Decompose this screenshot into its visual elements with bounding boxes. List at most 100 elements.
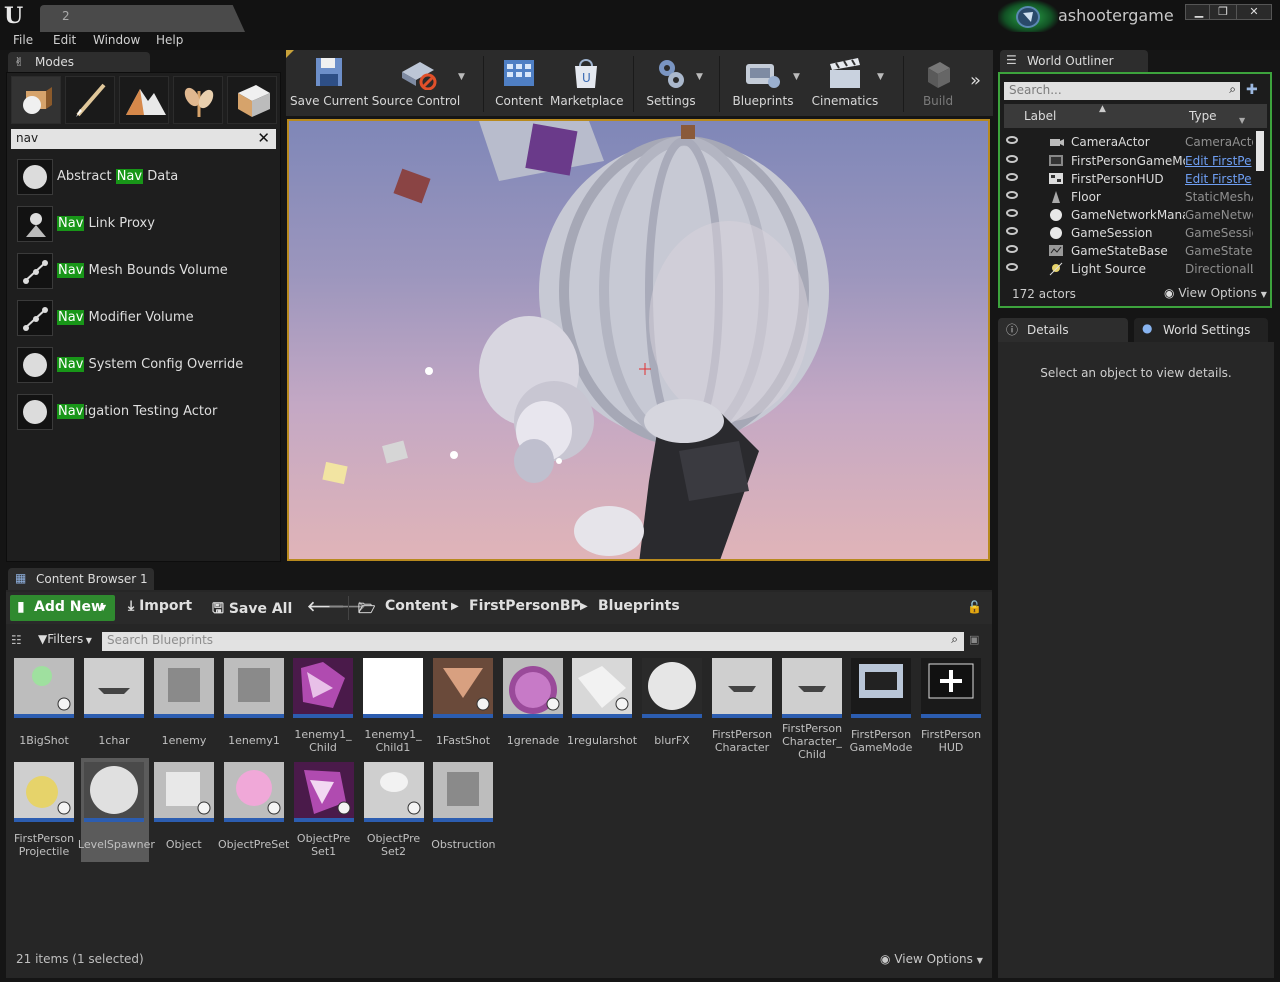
column-type-dropdown-icon[interactable]: ▼ bbox=[1239, 116, 1245, 125]
settings-dropdown-icon[interactable]: ▼ bbox=[696, 72, 703, 82]
asset-tile[interactable]: 1enemy1_ Child1 bbox=[363, 658, 425, 758]
cinematics-button[interactable]: Cinematics bbox=[810, 54, 880, 114]
tab-world-outliner[interactable]: ☰ World Outliner bbox=[1000, 50, 1148, 72]
add-new-button[interactable]: ▮ Add New ▼ bbox=[10, 595, 115, 621]
asset-tile[interactable]: ObjectPreSet bbox=[218, 762, 289, 862]
column-label[interactable]: Label bbox=[1024, 109, 1056, 123]
asset-tile[interactable]: Object bbox=[153, 762, 216, 862]
tab-modes[interactable]: ✌ Modes bbox=[8, 52, 150, 72]
foliage-mode-button[interactable] bbox=[173, 76, 223, 124]
asset-tile[interactable]: 1regularshot bbox=[567, 658, 637, 758]
place-item-nav-mesh-bounds-volume[interactable]: Nav Mesh Bounds Volume bbox=[14, 251, 276, 293]
sources-panel-toggle-icon[interactable]: ☷ bbox=[11, 633, 22, 647]
menu-window[interactable]: Window bbox=[93, 33, 140, 47]
outliner-row[interactable]: FirstPersonGameMode Edit FirstPe bbox=[1004, 152, 1252, 170]
level-document-tab[interactable] bbox=[40, 5, 245, 32]
settings-button[interactable]: Settings bbox=[642, 54, 700, 114]
filters-button[interactable]: ▼Filters ▼ bbox=[38, 632, 92, 646]
clear-search-icon[interactable]: ✕ bbox=[257, 129, 270, 147]
place-item-nav-system-config-override[interactable]: Nav System Config Override bbox=[14, 345, 276, 387]
breadcrumb-separator-icon[interactable]: ▶ bbox=[451, 601, 459, 612]
blueprints-dropdown-icon[interactable]: ▼ bbox=[793, 72, 800, 82]
breadcrumb-content[interactable]: Content bbox=[385, 598, 448, 614]
visibility-eye-icon[interactable] bbox=[1006, 227, 1018, 235]
asset-tile[interactable]: FirstPerson Character bbox=[712, 658, 774, 758]
save-all-button[interactable]: 🖫 Save All bbox=[212, 598, 292, 622]
visibility-eye-icon[interactable] bbox=[1006, 136, 1018, 144]
geometry-mode-button[interactable] bbox=[227, 76, 277, 124]
tab-content-browser[interactable]: ▦ Content Browser 1 bbox=[8, 568, 154, 590]
asset-tile[interactable]: 1grenade bbox=[503, 658, 565, 758]
asset-tile[interactable]: 1char bbox=[84, 658, 146, 758]
asset-tile[interactable]: blurFX bbox=[642, 658, 704, 758]
place-item-nav-link-proxy[interactable]: Nav Link Proxy bbox=[14, 204, 276, 246]
outliner-row[interactable]: FirstPersonHUD Edit FirstPe bbox=[1004, 170, 1252, 188]
visibility-eye-icon[interactable] bbox=[1006, 245, 1018, 253]
asset-tile[interactable]: FirstPerson Character_ Child bbox=[782, 658, 844, 761]
menu-edit[interactable]: Edit bbox=[53, 33, 76, 47]
close-window-button[interactable]: ✕ bbox=[1236, 4, 1272, 20]
unreal-logo-icon[interactable]: U bbox=[4, 3, 32, 29]
edit-blueprint-link[interactable]: Edit FirstPe bbox=[1185, 154, 1253, 168]
content-search-input[interactable]: Search Blueprints ⌕ bbox=[102, 632, 964, 651]
visibility-eye-icon[interactable] bbox=[1006, 155, 1018, 163]
asset-tile[interactable]: LevelSpawner bbox=[78, 758, 155, 862]
asset-tile[interactable]: 1BigShot bbox=[14, 658, 76, 758]
place-mode-button[interactable] bbox=[11, 76, 61, 124]
column-type[interactable]: Type bbox=[1189, 109, 1217, 123]
import-button[interactable]: ⤓ Import bbox=[128, 598, 192, 614]
visibility-eye-icon[interactable] bbox=[1006, 209, 1018, 217]
content-view-options-button[interactable]: ◉ View Options ▼ bbox=[880, 952, 983, 966]
source-control-button[interactable]: Source Control bbox=[370, 54, 462, 114]
add-actor-icon[interactable]: ✚ bbox=[1246, 82, 1258, 98]
outliner-row[interactable]: GameNetworkManager GameNetwo bbox=[1004, 206, 1253, 224]
lock-icon[interactable]: 🔓 bbox=[967, 600, 982, 614]
asset-tile[interactable]: ObjectPre Set1 bbox=[293, 762, 356, 862]
landscape-mode-button[interactable] bbox=[119, 76, 169, 124]
outliner-row[interactable]: GameStateBase GameStateB bbox=[1004, 242, 1253, 260]
visibility-eye-icon[interactable] bbox=[1006, 263, 1018, 271]
outliner-row[interactable]: CameraActor CameraActo bbox=[1004, 133, 1253, 151]
tab-world-settings[interactable]: ● World Settings bbox=[1134, 318, 1268, 342]
asset-tile[interactable]: Obstruction bbox=[431, 762, 496, 862]
outliner-search-input[interactable]: Search... ⌕ bbox=[1004, 82, 1240, 100]
asset-tile[interactable]: FirstPerson Projectile bbox=[14, 762, 76, 862]
breadcrumb-separator-icon[interactable]: ▶ bbox=[580, 601, 588, 612]
menu-help[interactable]: Help bbox=[156, 33, 183, 47]
blueprints-button[interactable]: Blueprints bbox=[728, 54, 798, 114]
toolbar-overflow-icon[interactable]: » bbox=[970, 70, 981, 91]
menu-file[interactable]: File bbox=[13, 33, 33, 47]
outliner-row[interactable]: GameSession GameSessio bbox=[1004, 224, 1253, 242]
edit-blueprint-link[interactable]: Edit FirstPe bbox=[1185, 172, 1253, 186]
marketplace-button[interactable]: U Marketplace bbox=[550, 54, 624, 114]
visibility-eye-icon[interactable] bbox=[1006, 173, 1018, 181]
save-current-button[interactable]: Save Current bbox=[290, 54, 368, 114]
restore-button[interactable]: ❐ bbox=[1209, 4, 1237, 20]
breadcrumb-firstpersonbp[interactable]: FirstPersonBP bbox=[469, 598, 581, 614]
outliner-scrollbar[interactable] bbox=[1256, 131, 1264, 171]
modes-search-input[interactable]: nav ✕ bbox=[11, 129, 276, 149]
place-item-abstract-nav-data[interactable]: Abstract Nav Data bbox=[14, 157, 276, 199]
save-search-icon[interactable]: ▣ bbox=[969, 633, 979, 646]
breadcrumb-blueprints[interactable]: Blueprints bbox=[598, 598, 680, 614]
source-control-dropdown-icon[interactable]: ▼ bbox=[458, 72, 465, 82]
asset-tile[interactable]: FirstPerson HUD bbox=[921, 658, 983, 758]
asset-tile[interactable]: 1enemy bbox=[154, 658, 216, 758]
asset-tile[interactable]: ObjectPre Set2 bbox=[363, 762, 426, 862]
place-item-nav-modifier-volume[interactable]: Nav Modifier Volume bbox=[14, 298, 276, 340]
project-badge-icon[interactable] bbox=[1016, 6, 1040, 28]
asset-tile[interactable]: FirstPerson GameMode bbox=[850, 658, 913, 758]
build-button[interactable]: Build bbox=[910, 54, 966, 114]
asset-tile[interactable]: 1enemy1 bbox=[224, 658, 286, 758]
visibility-eye-icon[interactable] bbox=[1006, 191, 1018, 199]
asset-tile[interactable]: 1FastShot bbox=[433, 658, 495, 758]
outliner-row[interactable]: Light Source DirectionalLi bbox=[1004, 260, 1253, 278]
level-viewport[interactable] bbox=[287, 119, 990, 561]
content-button[interactable]: Content bbox=[492, 54, 546, 114]
paint-mode-button[interactable] bbox=[65, 76, 115, 124]
tab-details[interactable]: ⓘ Details bbox=[998, 318, 1128, 342]
outliner-view-options-button[interactable]: ◉ View Options ▼ bbox=[1164, 286, 1267, 300]
place-item-navigation-testing-actor[interactable]: Navigation Testing Actor bbox=[14, 392, 276, 434]
asset-tile[interactable]: 1enemy1_ Child bbox=[293, 658, 355, 758]
outliner-row[interactable]: Floor StaticMeshA bbox=[1004, 188, 1253, 206]
